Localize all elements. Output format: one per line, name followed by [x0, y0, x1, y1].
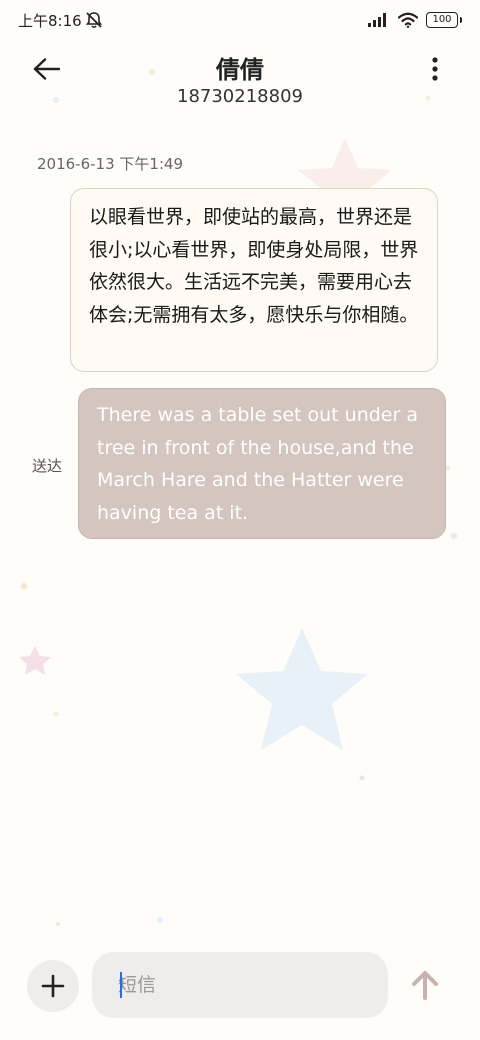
- status-icons: 100: [368, 10, 462, 30]
- mute-icon: [85, 12, 103, 29]
- incoming-message-bubble[interactable]: 以眼看世界，即使站的最高，世界还是很小;以心看世界，即使身处局限，世界依然很大。…: [70, 188, 438, 372]
- plus-icon: [41, 974, 65, 998]
- battery-icon: 100: [426, 12, 462, 28]
- message-composer: [0, 948, 480, 1028]
- signal-icon: [368, 13, 386, 27]
- status-bar: 上午8:16 100: [0, 0, 480, 40]
- wifi-icon: [398, 12, 418, 28]
- outgoing-message-bubble[interactable]: There was a table set out under a tree i…: [78, 388, 446, 539]
- message-input[interactable]: [92, 952, 388, 1018]
- contact-number: 18730218809: [177, 86, 303, 107]
- delivery-status: 送达: [32, 457, 63, 475]
- conversation-header: 倩倩 18730218809: [0, 40, 480, 120]
- more-options-button[interactable]: [420, 54, 450, 84]
- contact-name: 倩倩: [216, 56, 264, 84]
- send-button[interactable]: [408, 968, 442, 1002]
- more-vert-icon: [432, 57, 438, 81]
- status-time: 上午8:16: [18, 12, 82, 30]
- text-cursor: [120, 972, 122, 998]
- message-timestamp: 2016-6-13 下午1:49: [37, 155, 184, 173]
- send-arrow-icon: [412, 971, 438, 1000]
- add-attachment-button[interactable]: [27, 960, 79, 1012]
